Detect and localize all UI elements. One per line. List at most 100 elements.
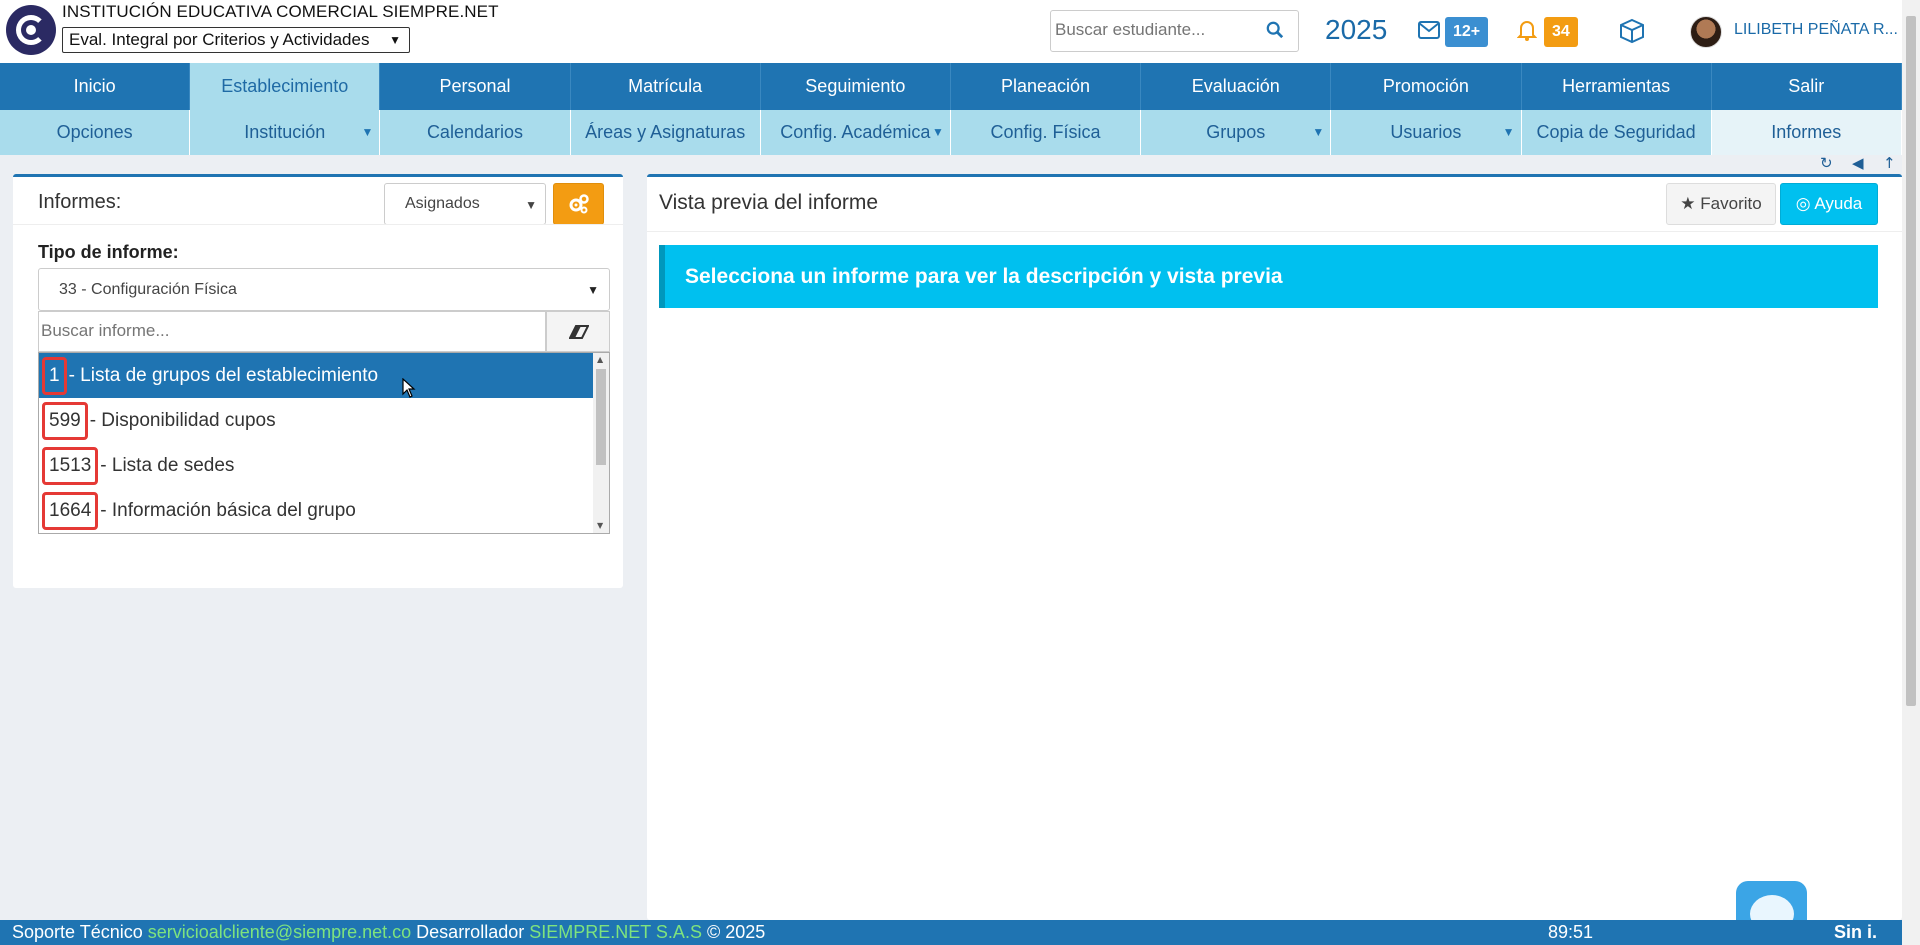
messages-badge[interactable]: 12+: [1445, 17, 1489, 47]
page-scrollbar[interactable]: [1902, 0, 1920, 945]
favorite-label: Favorito: [1700, 194, 1762, 213]
nav-evaluacion[interactable]: Evaluación: [1141, 63, 1332, 110]
subnav-label: Informes: [1771, 122, 1842, 142]
report-label: - Información básica del grupo: [100, 500, 356, 521]
clear-search-button[interactable]: [546, 311, 610, 352]
institution-logo[interactable]: [6, 5, 56, 55]
report-list[interactable]: 1- Lista de grupos del establecimiento 5…: [38, 352, 610, 534]
back-icon[interactable]: ◀: [1852, 154, 1864, 172]
report-search[interactable]: [38, 311, 546, 352]
envelope-icon[interactable]: [1418, 21, 1440, 39]
nav-salir[interactable]: Salir: [1711, 63, 1902, 110]
scroll-down-icon[interactable]: ▼: [597, 521, 603, 530]
student-search[interactable]: [1050, 10, 1299, 52]
list-item[interactable]: 599- Disponibilidad cupos: [39, 398, 593, 443]
subnav-config-fisica[interactable]: Config. Física: [950, 110, 1142, 155]
caret-down-icon: ▼: [1502, 125, 1515, 139]
main-nav: Inicio Establecimiento Personal Matrícul…: [0, 63, 1902, 110]
divider: [13, 224, 623, 225]
bell-icon[interactable]: [1517, 19, 1537, 41]
help-button[interactable]: ◎ Ayuda: [1780, 183, 1878, 225]
subnav-label: Opciones: [56, 122, 133, 142]
nav-planeacion[interactable]: Planeación: [950, 63, 1142, 110]
caret-down-icon: ▼: [1312, 125, 1325, 139]
report-number: 599: [42, 401, 88, 440]
developer-label: Desarrollador: [416, 922, 525, 942]
brand-logo: Sin i.: [1834, 922, 1878, 942]
subnav-informes[interactable]: Informes: [1711, 110, 1902, 155]
report-number: 1513: [42, 446, 99, 485]
lifebuoy-icon: ◎: [1795, 194, 1811, 213]
support-label: Soporte Técnico: [12, 922, 143, 942]
subnav-label: Config. Académica: [780, 122, 931, 142]
preview-panel: Vista previa del informe ★ Favorito ◎ Ay…: [647, 174, 1902, 920]
academic-year[interactable]: 2025: [1325, 14, 1387, 46]
copyright: © 2025: [706, 922, 766, 942]
nav-personal[interactable]: Personal: [380, 63, 571, 110]
eraser-icon: [569, 325, 589, 339]
subnav-config-academica[interactable]: Config. Académica ▼: [760, 110, 951, 155]
info-alert: Selecciona un informe para ver la descri…: [659, 245, 1878, 308]
list-item[interactable]: 1- Lista de grupos del establecimiento: [39, 353, 593, 398]
scroll-up-icon[interactable]: ▲: [597, 355, 603, 364]
preview-title: Vista previa del informe: [659, 191, 879, 214]
footer: Soporte Técnico servicioalcliente@siempr…: [0, 920, 1902, 945]
subnav-label: Config. Física: [990, 122, 1101, 142]
nav-herramientas[interactable]: Herramientas: [1521, 63, 1712, 110]
settings-button[interactable]: [553, 183, 604, 225]
student-search-input[interactable]: [1055, 20, 1255, 40]
notifications-badge[interactable]: 34: [1544, 17, 1578, 47]
star-icon: ★: [1680, 194, 1696, 213]
chevron-down-icon: ▼: [389, 33, 401, 47]
list-item[interactable]: 1664- Información básica del grupo: [39, 488, 593, 533]
report-filter-value: Asignados: [405, 195, 480, 212]
nav-inicio[interactable]: Inicio: [0, 63, 191, 110]
caret-down-icon: ▼: [361, 125, 374, 139]
arrow-up-icon[interactable]: ↑: [1883, 154, 1896, 172]
subnav-opciones[interactable]: Opciones: [0, 110, 191, 155]
user-name[interactable]: LILIBETH PEÑATA R...: [1734, 21, 1898, 39]
report-label: - Lista de grupos del establecimiento: [68, 365, 379, 386]
user-avatar[interactable]: [1690, 16, 1722, 48]
nav-matricula[interactable]: Matrícula: [570, 63, 761, 110]
favorite-button[interactable]: ★ Favorito: [1666, 183, 1776, 225]
caret-down-icon: ▼: [932, 125, 944, 139]
support-email-link[interactable]: servicioalcliente@siempre.net.co: [148, 922, 411, 942]
report-label: - Lista de sedes: [100, 455, 235, 476]
cube-icon[interactable]: [1618, 17, 1646, 45]
subnav-institucion[interactable]: Institución ▼: [190, 110, 381, 155]
report-type-label: Tipo de informe:: [38, 242, 179, 262]
subnav-grupos[interactable]: Grupos ▼: [1141, 110, 1332, 155]
report-number: 1664: [42, 491, 99, 530]
subnav-calendarios[interactable]: Calendarios: [380, 110, 571, 155]
page-scroll-thumb[interactable]: [1906, 16, 1916, 706]
list-item[interactable]: 1513- Lista de sedes: [39, 443, 593, 488]
evaluation-type-select[interactable]: Eval. Integral por Criterios y Actividad…: [62, 27, 410, 53]
divider: [647, 231, 1902, 232]
subnav-areas-asignaturas[interactable]: Áreas y Asignaturas: [570, 110, 761, 155]
nav-establecimiento[interactable]: Establecimiento: [190, 63, 381, 110]
mouse-cursor-icon: [402, 378, 416, 398]
subnav-label: Grupos: [1206, 122, 1266, 142]
report-type-select[interactable]: 33 - Configuración Física ▼: [38, 268, 610, 311]
report-search-input[interactable]: [41, 321, 521, 341]
institution-name: INSTITUCIÓN EDUCATIVA COMERCIAL SIEMPRE.…: [62, 2, 499, 21]
developer-link[interactable]: SIEMPRE.NET S.A.S: [529, 922, 702, 942]
list-scrollbar[interactable]: ▲ ▼: [593, 353, 609, 533]
search-icon[interactable]: [1266, 21, 1284, 39]
report-filter-select[interactable]: Asignados ▼: [384, 183, 546, 225]
reports-panel: Informes: Asignados ▼ Tipo de informe: 3…: [13, 174, 623, 588]
refresh-icon[interactable]: ↻: [1820, 154, 1833, 172]
subnav-copia-seguridad[interactable]: Copia de Seguridad: [1521, 110, 1712, 155]
evaluation-type-value: Eval. Integral por Criterios y Actividad…: [69, 30, 370, 49]
subnav-usuarios[interactable]: Usuarios ▼: [1331, 110, 1522, 155]
subnav-label: Copia de Seguridad: [1536, 122, 1696, 142]
report-label: - Disponibilidad cupos: [89, 410, 276, 431]
subnav-label: Calendarios: [426, 122, 523, 142]
chevron-down-icon: ▼: [525, 198, 537, 212]
scroll-thumb[interactable]: [596, 369, 606, 465]
nav-promocion[interactable]: Promoción: [1331, 63, 1522, 110]
nav-seguimiento[interactable]: Seguimiento: [760, 63, 951, 110]
subnav-label: Usuarios: [1390, 122, 1462, 142]
gears-icon: [569, 194, 589, 214]
